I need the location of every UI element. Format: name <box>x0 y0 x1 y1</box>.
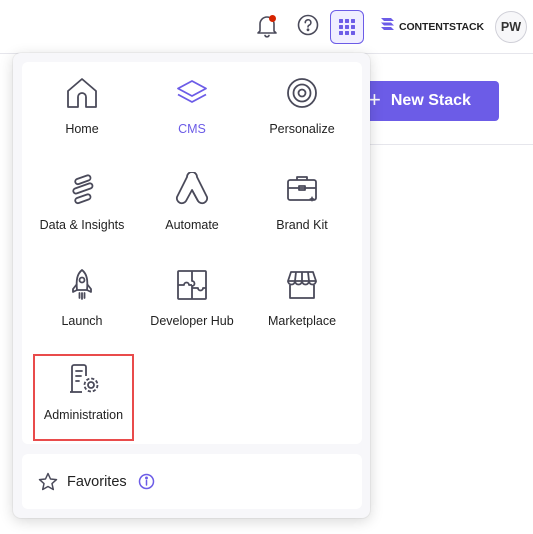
data-insights-icon <box>72 174 94 205</box>
avatar[interactable]: PW <box>495 11 527 43</box>
target-icon <box>287 78 317 108</box>
new-stack-button[interactable]: + New Stack <box>356 81 499 121</box>
new-stack-label: New Stack <box>390 92 471 109</box>
app-tile-data-insights[interactable]: Data & Insights <box>27 172 137 262</box>
brand-name: CONTENTSTACK <box>399 20 484 33</box>
automate-icon <box>175 172 209 205</box>
grid-icon[interactable] <box>330 10 364 44</box>
app-label: Launch <box>61 314 103 328</box>
app-tile-launch[interactable]: Launch <box>27 268 137 358</box>
app-switcher-dropdown: Home CMS Personalize Data & Insights Aut… <box>13 53 370 518</box>
puzzle-icon <box>177 270 207 300</box>
app-label: Developer Hub <box>150 314 234 328</box>
help-circle-icon[interactable] <box>296 13 320 37</box>
favorites-label: Favorites <box>67 473 127 490</box>
app-tile-administration[interactable]: Administration <box>33 354 134 441</box>
app-label: Marketplace <box>267 314 337 328</box>
brand-kit-icon <box>287 176 317 202</box>
top-bar: CONTENTSTACK PW <box>0 0 533 54</box>
rocket-icon <box>72 269 92 300</box>
contentstack-logo-icon <box>380 17 395 36</box>
notification-dot <box>269 15 276 22</box>
apps-panel: Home CMS Personalize Data & Insights Aut… <box>22 62 362 444</box>
app-tile-personalize[interactable]: Personalize <box>247 76 357 166</box>
admin-settings-icon <box>69 364 98 393</box>
app-label: Data & Insights <box>39 218 125 232</box>
app-label: CMS <box>178 122 206 136</box>
app-label: Automate <box>165 218 219 232</box>
star-icon <box>38 472 58 491</box>
app-tile-cms[interactable]: CMS <box>137 76 247 166</box>
app-tile-brand-kit[interactable]: Brand Kit <box>247 172 357 262</box>
bell-icon[interactable] <box>254 13 280 39</box>
content-divider <box>370 144 533 145</box>
app-tile-marketplace[interactable]: Marketplace <box>247 268 357 358</box>
storefront-icon <box>287 271 317 299</box>
brand-logo[interactable]: CONTENTSTACK <box>380 17 484 36</box>
app-tile-developer-hub[interactable]: Developer Hub <box>137 268 247 358</box>
app-label: Home <box>65 122 99 136</box>
app-label: Personalize <box>269 122 335 136</box>
home-icon <box>67 78 97 108</box>
layers-icon <box>177 80 207 103</box>
info-icon[interactable] <box>138 473 155 490</box>
app-tile-home[interactable]: Home <box>27 76 137 166</box>
app-label: Brand Kit <box>276 218 328 232</box>
app-label: Administration <box>43 408 124 422</box>
app-tile-automate[interactable]: Automate <box>137 172 247 262</box>
favorites-row[interactable]: Favorites <box>22 454 362 509</box>
